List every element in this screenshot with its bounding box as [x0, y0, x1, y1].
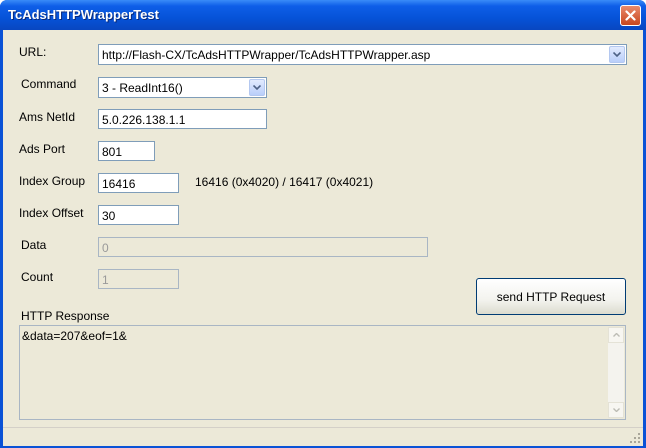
amsnetid-input[interactable]: 5.0.226.138.1.1 — [98, 109, 267, 129]
title-bar[interactable]: TcAdsHTTPWrapperTest — [0, 0, 646, 30]
chevron-down-icon — [613, 52, 621, 57]
window-title: TcAdsHTTPWrapperTest — [8, 7, 159, 22]
data-label: Data — [21, 238, 47, 252]
indexgroup-label: Index Group — [19, 174, 86, 188]
scroll-up-button[interactable] — [608, 327, 624, 343]
count-input: 1 — [98, 269, 179, 289]
arrow-up-icon — [612, 333, 620, 337]
form-client-area: URL: http://Flash-CX/TcAdsHTTPWrapper/Tc… — [3, 30, 643, 446]
command-dropdown-button[interactable] — [249, 79, 265, 96]
response-text: &data=207&eof=1& — [22, 329, 127, 343]
indexgroup-hint: 16416 (0x4020) / 16417 (0x4021) — [195, 175, 374, 189]
app-window: TcAdsHTTPWrapperTest URL: http://Flash-C… — [0, 0, 646, 448]
command-value: 3 - ReadInt16() — [102, 81, 183, 95]
send-http-request-button[interactable]: send HTTP Request — [476, 278, 626, 315]
command-label: Command — [21, 77, 77, 91]
data-input: 0 — [98, 237, 428, 257]
url-combobox[interactable]: http://Flash-CX/TcAdsHTTPWrapper/TcAdsHT… — [98, 44, 627, 65]
arrow-down-icon — [612, 408, 620, 412]
response-label: HTTP Response — [21, 309, 110, 323]
response-scrollbar[interactable] — [608, 327, 624, 418]
response-textarea[interactable]: &data=207&eof=1& — [19, 325, 626, 420]
close-icon — [625, 10, 636, 21]
status-bar — [3, 427, 643, 446]
send-http-request-label: send HTTP Request — [496, 289, 606, 304]
url-dropdown-button[interactable] — [609, 46, 625, 63]
url-label: URL: — [19, 45, 47, 59]
command-combobox[interactable]: 3 - ReadInt16() — [98, 77, 267, 98]
url-value: http://Flash-CX/TcAdsHTTPWrapper/TcAdsHT… — [102, 48, 431, 62]
indexoffset-input[interactable]: 30 — [98, 205, 179, 225]
resize-grip-icon[interactable] — [629, 432, 641, 444]
adsport-input[interactable]: 801 — [98, 141, 155, 161]
adsport-label: Ads Port — [19, 142, 66, 156]
chevron-down-icon — [253, 85, 261, 90]
amsnetid-label: Ams NetId — [19, 110, 76, 124]
scroll-down-button[interactable] — [608, 402, 624, 418]
count-label: Count — [21, 270, 54, 284]
indexgroup-input[interactable]: 16416 — [98, 173, 179, 193]
close-button[interactable] — [620, 5, 641, 26]
indexoffset-label: Index Offset — [19, 206, 84, 220]
